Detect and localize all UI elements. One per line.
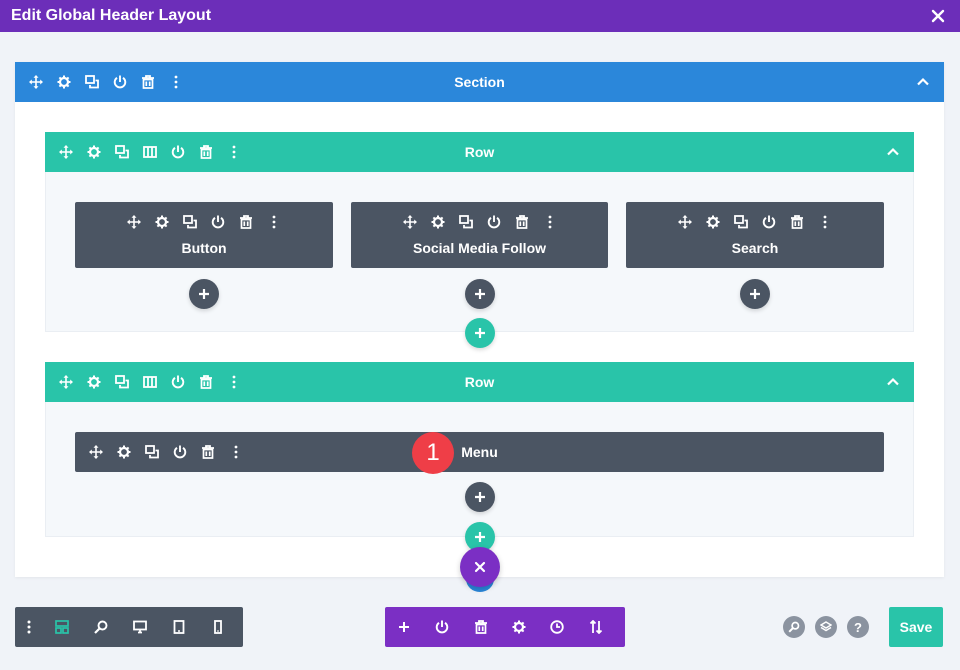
power-icon[interactable] xyxy=(433,617,451,637)
module-actions xyxy=(351,212,608,232)
more-icon[interactable] xyxy=(541,212,559,232)
module-actions xyxy=(626,212,884,232)
power-icon[interactable] xyxy=(111,72,129,92)
window-title: Edit Global Header Layout xyxy=(11,7,212,24)
phone-icon[interactable] xyxy=(204,617,231,637)
row-header[interactable]: Row xyxy=(45,362,914,402)
module-button[interactable]: Button xyxy=(75,202,333,268)
section-actions xyxy=(27,72,195,92)
power-icon[interactable] xyxy=(169,142,187,162)
move-icon[interactable] xyxy=(27,72,45,92)
tablet-icon[interactable] xyxy=(165,617,192,637)
chevron-up-icon[interactable] xyxy=(884,142,902,162)
module-label: Social Media Follow xyxy=(412,240,547,256)
duplicate-icon[interactable] xyxy=(113,372,131,392)
duplicate-icon[interactable] xyxy=(113,142,131,162)
title-bar: Edit Global Header Layout xyxy=(0,0,960,32)
module-social-media-follow[interactable]: Social Media Follow xyxy=(351,202,608,268)
duplicate-icon[interactable] xyxy=(83,72,101,92)
plus-icon[interactable] xyxy=(395,617,413,637)
power-icon[interactable] xyxy=(169,372,187,392)
more-icon[interactable] xyxy=(816,212,834,232)
layers-icon[interactable] xyxy=(815,616,837,638)
row-header[interactable]: Row xyxy=(45,132,914,172)
gear-icon[interactable] xyxy=(55,72,73,92)
duplicate-icon[interactable] xyxy=(457,212,475,232)
trash-icon[interactable] xyxy=(472,617,490,637)
move-icon[interactable] xyxy=(401,212,419,232)
wireframe-icon[interactable] xyxy=(48,617,75,637)
gear-icon[interactable] xyxy=(429,212,447,232)
section-header[interactable]: Section xyxy=(15,62,944,102)
add-module-button[interactable] xyxy=(740,279,770,309)
add-row-button[interactable] xyxy=(465,318,495,348)
add-module-button[interactable] xyxy=(465,279,495,309)
trash-icon[interactable] xyxy=(139,72,157,92)
module-search[interactable]: Search xyxy=(626,202,884,268)
more-icon[interactable] xyxy=(225,372,243,392)
module-actions xyxy=(75,212,333,232)
gear-icon[interactable] xyxy=(510,617,528,637)
save-button[interactable]: Save xyxy=(889,607,943,647)
gear-icon[interactable] xyxy=(704,212,722,232)
module-actions xyxy=(87,442,255,462)
trash-icon[interactable] xyxy=(199,442,217,462)
move-icon[interactable] xyxy=(125,212,143,232)
trash-icon[interactable] xyxy=(237,212,255,232)
search-icon[interactable] xyxy=(783,616,805,638)
zoom-icon[interactable] xyxy=(87,617,114,637)
more-icon[interactable] xyxy=(225,142,243,162)
more-icon[interactable] xyxy=(167,72,185,92)
more-icon[interactable] xyxy=(265,212,283,232)
gear-icon[interactable] xyxy=(85,372,103,392)
power-icon[interactable] xyxy=(485,212,503,232)
chevron-up-icon[interactable] xyxy=(884,372,902,392)
chevron-up-icon[interactable] xyxy=(914,72,932,92)
builder-actions-toolbar xyxy=(385,607,625,647)
move-icon[interactable] xyxy=(57,372,75,392)
step-badge: 1 xyxy=(412,432,454,474)
power-icon[interactable] xyxy=(760,212,778,232)
columns-icon[interactable] xyxy=(141,142,159,162)
add-module-button[interactable] xyxy=(189,279,219,309)
more-icon[interactable] xyxy=(227,442,245,462)
trash-icon[interactable] xyxy=(788,212,806,232)
duplicate-icon[interactable] xyxy=(181,212,199,232)
move-icon[interactable] xyxy=(676,212,694,232)
module-label: Button xyxy=(181,240,227,256)
gear-icon[interactable] xyxy=(115,442,133,462)
desktop-icon[interactable] xyxy=(126,617,153,637)
close-builder-button[interactable] xyxy=(460,547,500,587)
module-menu[interactable]: Menu xyxy=(75,432,884,472)
trash-icon[interactable] xyxy=(197,142,215,162)
close-icon[interactable] xyxy=(928,6,948,26)
trash-icon[interactable] xyxy=(513,212,531,232)
gear-icon[interactable] xyxy=(85,142,103,162)
move-icon[interactable] xyxy=(87,442,105,462)
power-icon[interactable] xyxy=(171,442,189,462)
history-icon[interactable] xyxy=(548,617,566,637)
trash-icon[interactable] xyxy=(197,372,215,392)
row-actions xyxy=(57,372,253,392)
power-icon[interactable] xyxy=(209,212,227,232)
row-actions xyxy=(57,142,253,162)
add-module-button[interactable] xyxy=(465,482,495,512)
columns-icon[interactable] xyxy=(141,372,159,392)
view-mode-toolbar xyxy=(15,607,243,647)
help-icon[interactable]: ? xyxy=(847,616,869,638)
more-icon[interactable] xyxy=(21,617,36,637)
move-icon[interactable] xyxy=(57,142,75,162)
gear-icon[interactable] xyxy=(153,212,171,232)
module-label: Search xyxy=(731,240,779,256)
duplicate-icon[interactable] xyxy=(732,212,750,232)
sort-icon[interactable] xyxy=(587,617,605,637)
duplicate-icon[interactable] xyxy=(143,442,161,462)
